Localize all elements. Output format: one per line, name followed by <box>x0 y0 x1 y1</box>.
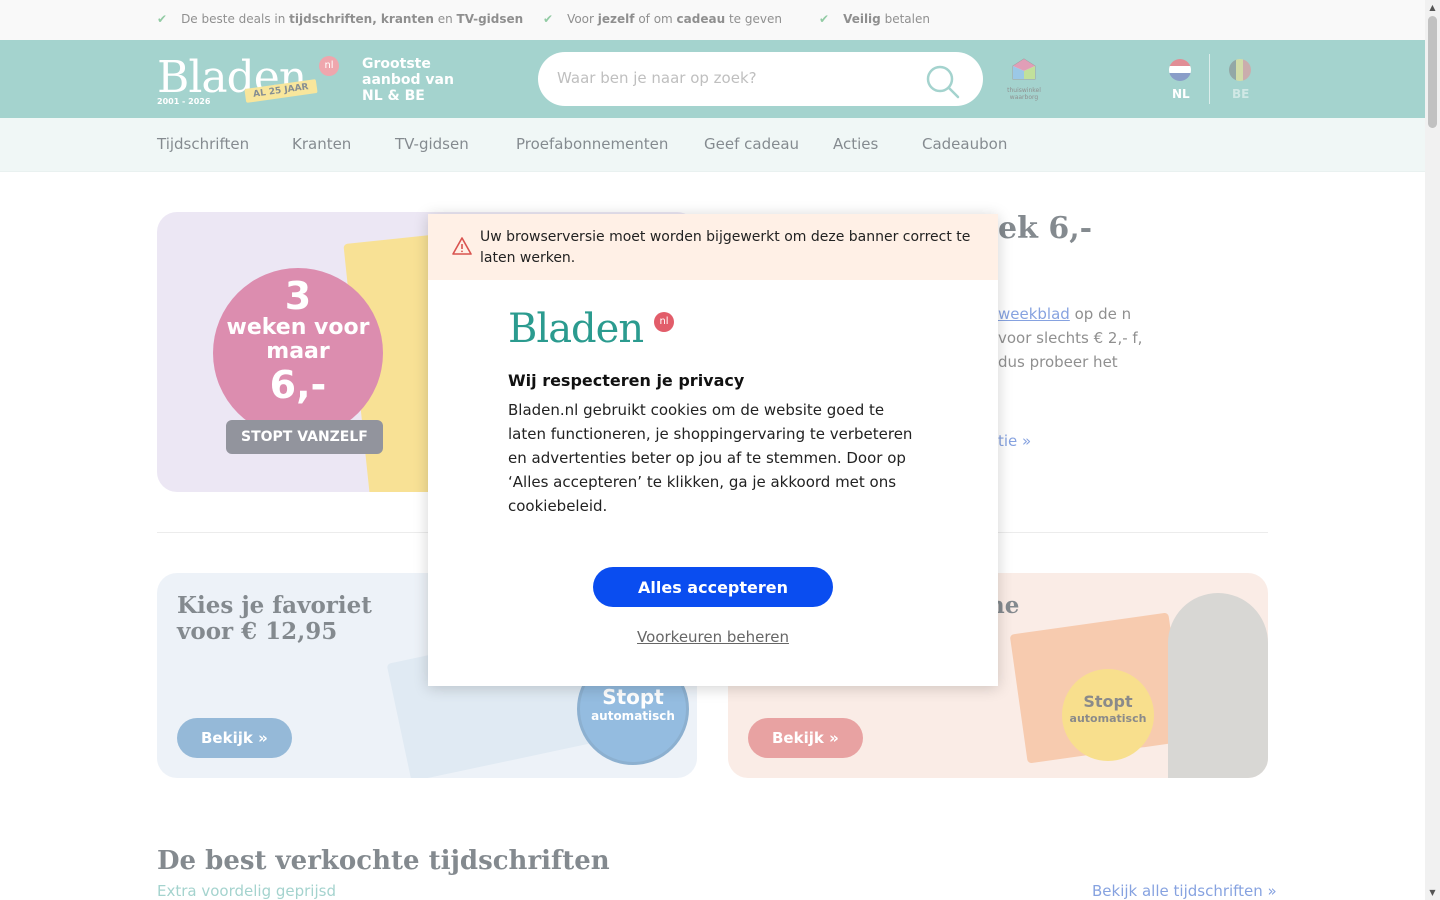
browser-warning-banner: Uw browserversie moet worden bijgewerkt … <box>428 214 998 280</box>
accept-all-button[interactable]: Alles accepteren <box>593 567 833 607</box>
scroll-down-arrow-icon[interactable]: ▼ <box>1425 885 1440 900</box>
warning-icon <box>452 237 472 255</box>
modal-title: Wij respecteren je privacy <box>508 371 745 390</box>
cookie-consent-modal: Uw browserversie moet worden bijgewerkt … <box>428 214 998 686</box>
modal-logo: Bladen nl <box>508 306 678 352</box>
scrollbar-thumb[interactable] <box>1428 16 1437 128</box>
scroll-up-arrow-icon[interactable]: ▲ <box>1425 0 1440 15</box>
page-scrollbar[interactable]: ▲ ▼ <box>1425 0 1440 900</box>
modal-body: Bladen.nl gebruikt cookies om de website… <box>508 401 913 515</box>
manage-preferences-link[interactable]: Voorkeuren beheren <box>428 628 998 646</box>
warning-text: Uw browserversie moet worden bijgewerkt … <box>480 229 971 266</box>
